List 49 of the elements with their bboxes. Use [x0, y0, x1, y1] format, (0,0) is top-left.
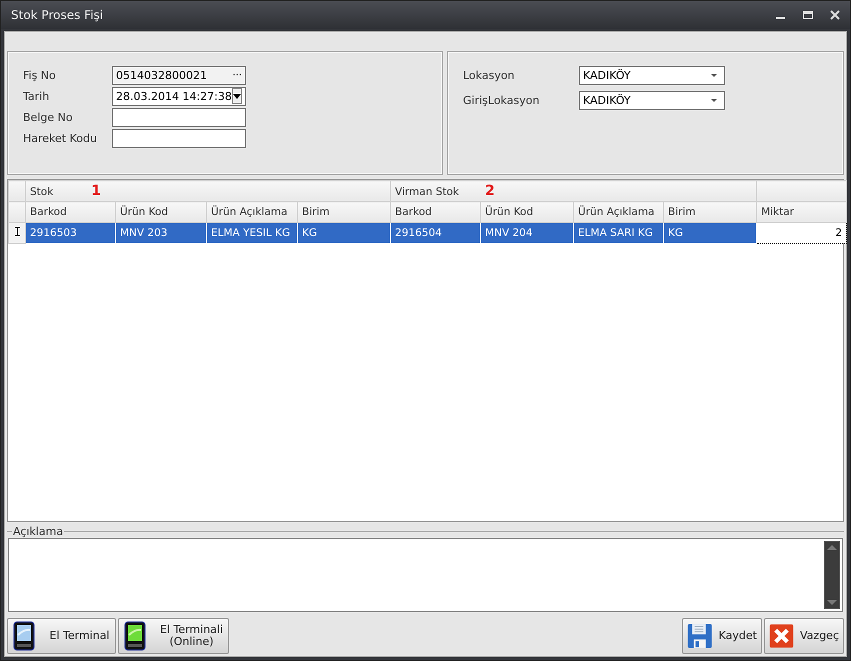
field-label: Fiş No: [23, 68, 57, 82]
notes-label: Açıklama: [12, 525, 64, 538]
dropdown-field[interactable]: KADIKÖY: [579, 90, 725, 110]
terminal-button[interactable]: El Terminali (Online): [118, 618, 229, 654]
cell-editor[interactable]: 2: [756, 222, 847, 244]
column-header[interactable]: Ürün Kod: [116, 202, 206, 222]
maximize-icon[interactable]: [803, 10, 813, 20]
column-header[interactable]: Ürün Kod: [480, 202, 574, 222]
band-header: Stok: [30, 186, 54, 198]
dropdown-field[interactable]: KADIKÖY: [579, 66, 725, 84]
field-label: Belge No: [23, 110, 74, 124]
annotation-number: 2: [485, 183, 495, 199]
caret-icon: [232, 94, 241, 98]
column-header[interactable]: Barkod: [26, 202, 116, 222]
notes-field[interactable]: [8, 538, 843, 612]
table-cell: MNV 203: [116, 222, 206, 244]
caret-icon[interactable]: [711, 98, 717, 102]
table-cell: KG: [298, 222, 391, 244]
table-cell: ELMA SARI KG: [574, 222, 664, 244]
ellipsis-button[interactable]: ···: [232, 70, 242, 80]
column-header[interactable]: Miktar: [756, 202, 847, 222]
field-label: Lokasyon: [463, 68, 516, 82]
field-label: Tarih: [23, 90, 50, 102]
column-header[interactable]: Birim: [664, 202, 757, 222]
scrollbar[interactable]: [824, 541, 840, 609]
table-cell: ELMA YESIL KG: [206, 222, 298, 244]
dropdown-button[interactable]: [232, 88, 242, 104]
column-header[interactable]: Birim: [298, 202, 391, 222]
terminal-button[interactable]: El Terminal: [7, 618, 116, 654]
column-header[interactable]: Ürün Açıklama: [206, 202, 298, 222]
lookup-field[interactable]: 0514032800021 ···: [112, 66, 246, 84]
date-field[interactable]: 28.03.2014 14:27:38: [112, 86, 246, 106]
annotation-number: 1: [91, 183, 102, 199]
close-icon[interactable]: [830, 10, 840, 20]
cancel-button[interactable]: Vazgeç: [764, 618, 844, 654]
column-header[interactable]: Barkod: [390, 202, 481, 222]
caret-icon[interactable]: [711, 74, 717, 76]
table-cell: MNV 204: [480, 222, 574, 244]
band-header: Virman Stok: [395, 186, 459, 198]
table-cell: 2916504: [390, 222, 481, 244]
input-field[interactable]: [112, 128, 246, 148]
table-cell: 2916503: [26, 222, 116, 244]
window-title: Stok Proses Fişi: [11, 8, 104, 22]
field-label: Hareket Kodu: [23, 132, 98, 144]
table-cell: KG: [664, 222, 757, 244]
field-label: GirişLokasyon: [463, 94, 540, 106]
column-header[interactable]: Ürün Açıklama: [574, 202, 664, 222]
save-button[interactable]: Kaydet: [682, 618, 762, 654]
input-field[interactable]: [112, 108, 246, 126]
